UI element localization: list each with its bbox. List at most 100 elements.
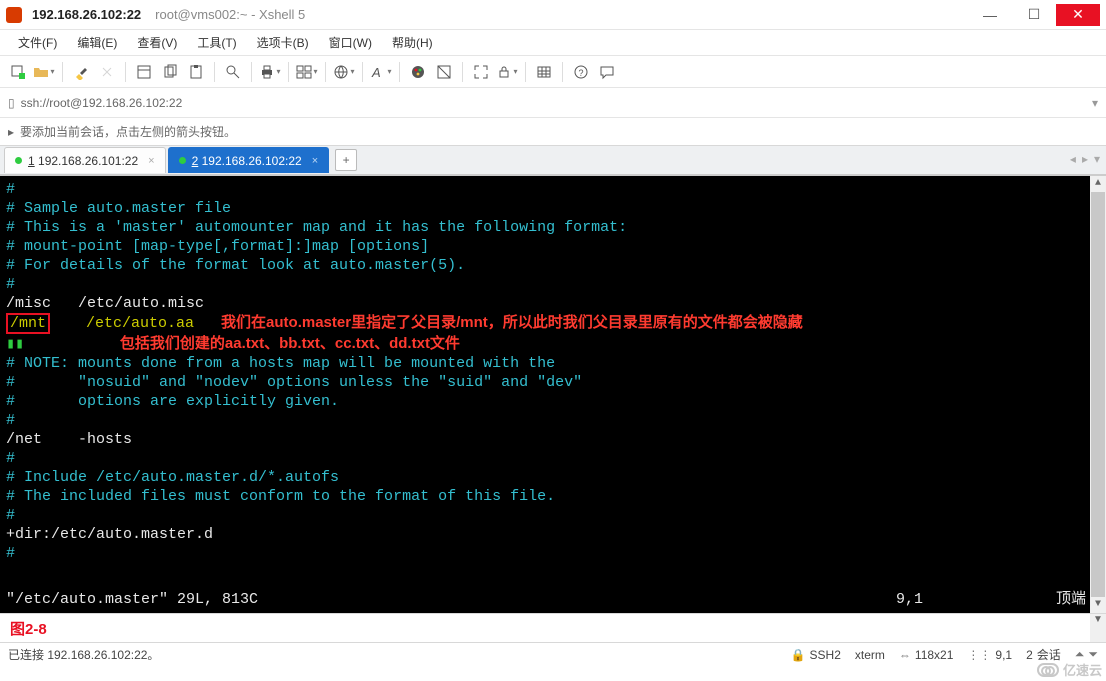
window-title-sub: root@vms002:~ - Xshell 5	[155, 7, 305, 22]
terminal-content[interactable]: ## Sample auto.master file# This is a 'm…	[0, 176, 1090, 567]
menu-view[interactable]: 查看(V)	[129, 31, 185, 54]
tab-list-icon[interactable]: ▾	[1094, 152, 1100, 166]
scroll-up-icon[interactable]: ▲	[1090, 176, 1106, 192]
terminal-line: # mount-point [map-type[,format]:]map [o…	[6, 237, 1084, 256]
watermark-icon	[1037, 663, 1059, 677]
connection-status: 已连接 192.168.26.102:22。	[8, 646, 777, 663]
svg-text:?: ?	[579, 68, 584, 78]
terminal-scrollbar[interactable]: ▲ ▼	[1090, 176, 1106, 613]
add-session-icon[interactable]: ▸	[8, 125, 14, 139]
properties-button[interactable]	[132, 60, 156, 84]
terminal-line: #	[6, 449, 1084, 468]
address-dropdown-icon[interactable]: ▾	[1092, 96, 1098, 110]
scroll-down-icon[interactable]: ▼	[1090, 597, 1106, 613]
encoding-button[interactable]: ▾	[332, 60, 356, 84]
terminal-line: # "nosuid" and "nodev" options unless th…	[6, 373, 1084, 392]
address-bar: ▯ ssh://root@192.168.26.102:22 ▾	[0, 88, 1106, 118]
vim-cursor-position: 9,1	[896, 590, 1036, 609]
transparency-button[interactable]	[432, 60, 456, 84]
terminal-line: # This is a 'master' automounter map and…	[6, 218, 1084, 237]
highlight-button[interactable]	[69, 60, 93, 84]
menu-help[interactable]: 帮助(H)	[384, 31, 441, 54]
menu-edit[interactable]: 编辑(E)	[69, 31, 125, 54]
new-session-button[interactable]	[6, 60, 30, 84]
menu-tools[interactable]: 工具(T)	[189, 31, 244, 54]
terminal-line: # For details of the format look at auto…	[6, 256, 1084, 275]
tab-1-close-icon[interactable]: ×	[148, 155, 154, 167]
protocol-segment: 🔒 SSH2	[791, 648, 841, 662]
terminal-line: #	[6, 506, 1084, 525]
close-button[interactable]: ✕	[1056, 4, 1100, 26]
hint-text: 要添加当前会话，点击左侧的箭头按钮。	[20, 123, 236, 140]
address-input[interactable]: ssh://root@192.168.26.102:22	[21, 96, 1086, 110]
tab-2-close-icon[interactable]: ×	[312, 155, 318, 167]
tab-2-hotkey: 2	[192, 154, 199, 168]
terminal-line: ▮▮ 包括我们创建的aa.txt、bb.txt、cc.txt、dd.txt文件	[6, 334, 1084, 354]
paste-button[interactable]	[184, 60, 208, 84]
toolbar: ▾ ▾ ▾ ▾ A▾ ▾ ?	[0, 56, 1106, 88]
lock-button[interactable]: ▾	[495, 60, 519, 84]
term-size: 118x21	[915, 648, 953, 662]
terminal-line: #	[6, 411, 1084, 430]
terminal-line: #	[6, 180, 1084, 199]
tab-2-label: 192.168.26.102:22	[202, 154, 302, 168]
terminal-line: +dir:/etc/auto.master.d	[6, 525, 1084, 544]
status-dot-icon	[179, 157, 186, 164]
vim-filename: "/etc/auto.master" 29L, 813C	[6, 590, 896, 609]
protocol-label: SSH2	[810, 648, 841, 662]
tab-1-hotkey: 1	[28, 154, 35, 168]
tab-nav: ◂ ▸ ▾	[1070, 152, 1100, 166]
figure-label: 图2-8	[10, 618, 47, 639]
terminal-line: /net -hosts	[6, 430, 1084, 449]
menu-file[interactable]: 文件(F)	[10, 31, 65, 54]
fullscreen-button[interactable]	[469, 60, 493, 84]
tab-session-2[interactable]: 2 192.168.26.102:22 ×	[168, 147, 330, 173]
status-bar: 已连接 192.168.26.102:22。 🔒SSH2 xterm ⇔118x…	[0, 642, 1106, 666]
status-dot-icon	[15, 157, 22, 164]
terminal-line: /misc /etc/auto.misc	[6, 294, 1084, 313]
terminal-line: # Sample auto.master file	[6, 199, 1084, 218]
watermark-text: 亿速云	[1063, 660, 1102, 679]
svg-text:A: A	[371, 65, 381, 80]
reconnect-button[interactable]	[95, 60, 119, 84]
help-button[interactable]: ?	[569, 60, 593, 84]
cursor-icon: ⋮⋮	[967, 648, 991, 662]
font-button[interactable]: A▾	[369, 60, 393, 84]
terminal-line: # The included files must conform to the…	[6, 487, 1084, 506]
menu-window[interactable]: 窗口(W)	[321, 31, 380, 54]
term-size-segment: ⇔118x21	[899, 648, 953, 662]
scrollbar-thumb[interactable]	[1091, 192, 1105, 597]
figure-bar: 图2-8 ▼	[0, 613, 1106, 642]
maximize-button[interactable]: ☐	[1012, 4, 1056, 26]
terminal-line: #	[6, 275, 1084, 294]
keypad-button[interactable]	[532, 60, 556, 84]
terminal-status-line: "/etc/auto.master" 29L, 813C 9,1 顶端	[6, 590, 1086, 609]
layout-button[interactable]: ▾	[295, 60, 319, 84]
tab-bar: 1 192.168.26.101:22 × 2 192.168.26.102:2…	[0, 146, 1106, 176]
bookmark-icon[interactable]: ▯	[8, 96, 15, 110]
lock-icon: 🔒	[791, 648, 806, 662]
add-tab-button[interactable]: +	[335, 149, 357, 171]
tab-next-icon[interactable]: ▸	[1082, 152, 1088, 166]
color-button[interactable]	[406, 60, 430, 84]
find-button[interactable]	[221, 60, 245, 84]
open-button[interactable]: ▾	[32, 60, 56, 84]
terminal-line: #	[6, 544, 1084, 563]
copy-button[interactable]	[158, 60, 182, 84]
menu-bar: 文件(F) 编辑(E) 查看(V) 工具(T) 选项卡(B) 窗口(W) 帮助(…	[0, 30, 1106, 56]
tab-prev-icon[interactable]: ◂	[1070, 152, 1076, 166]
hint-bar: ▸ 要添加当前会话，点击左侧的箭头按钮。	[0, 118, 1106, 146]
terminal-line: # options are explicitly given.	[6, 392, 1084, 411]
app-icon	[6, 7, 22, 23]
figure-scroll-down-icon[interactable]: ▼	[1090, 614, 1106, 642]
terminal[interactable]: ## Sample auto.master file# This is a 'm…	[0, 176, 1106, 613]
cursor-position: 9,1	[995, 648, 1012, 662]
tab-session-1[interactable]: 1 192.168.26.101:22 ×	[4, 147, 166, 173]
print-button[interactable]: ▾	[258, 60, 282, 84]
window-title-main: 192.168.26.102:22	[32, 7, 141, 22]
title-bar: 192.168.26.102:22 root@vms002:~ - Xshell…	[0, 0, 1106, 30]
chat-button[interactable]	[595, 60, 619, 84]
menu-tabs[interactable]: 选项卡(B)	[249, 31, 317, 54]
minimize-button[interactable]: —	[968, 4, 1012, 26]
terminal-line: # NOTE: mounts done from a hosts map wil…	[6, 354, 1084, 373]
